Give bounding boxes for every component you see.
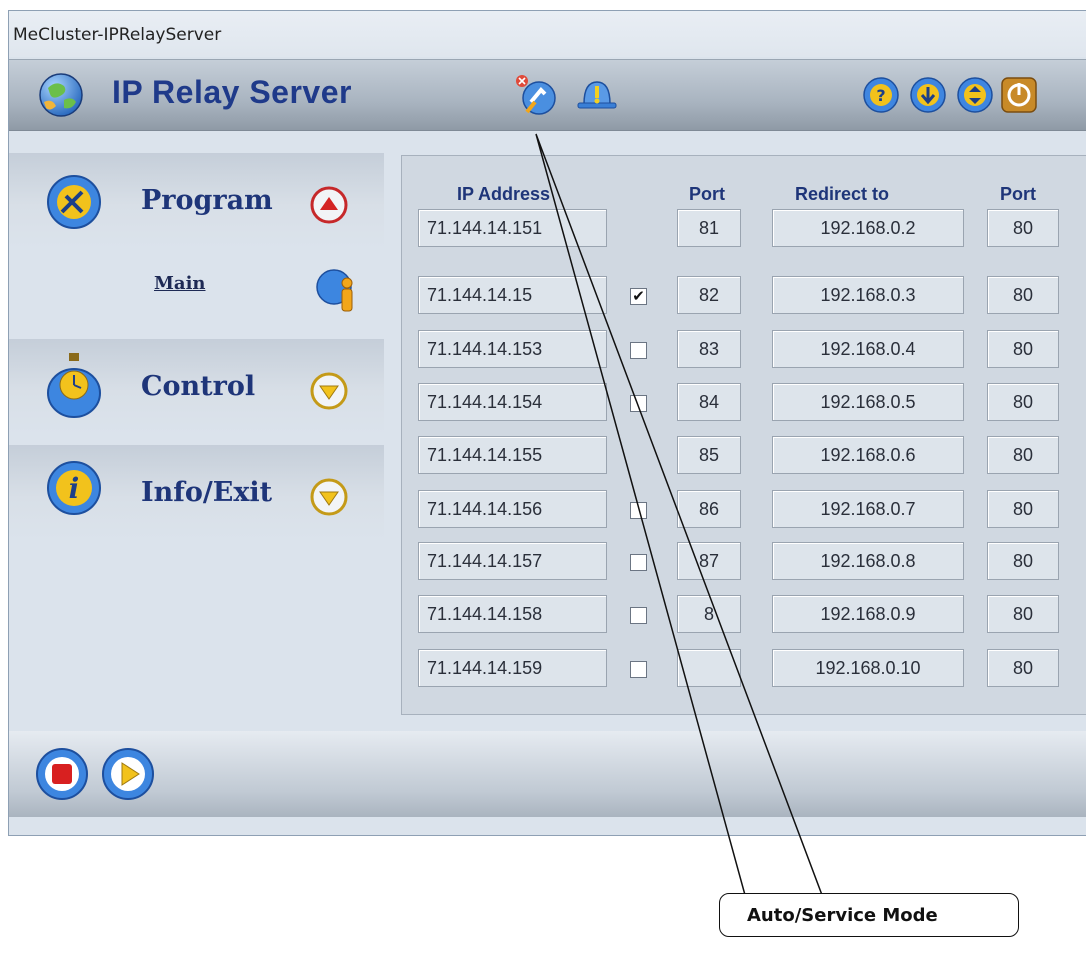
collapse-up-icon[interactable] — [309, 185, 349, 225]
ip-address-field[interactable]: 71.144.14.151 — [418, 209, 607, 247]
alert-bell-icon[interactable] — [574, 74, 620, 116]
play-icon[interactable] — [101, 747, 155, 801]
redirect-field[interactable]: 192.168.0.2 — [772, 209, 964, 247]
svg-text:?: ? — [876, 86, 885, 105]
row-checkbox[interactable] — [630, 395, 647, 412]
port-field[interactable] — [677, 649, 741, 687]
updown-icon[interactable] — [956, 76, 994, 114]
globe-icon — [39, 73, 83, 117]
stop-icon[interactable] — [35, 747, 89, 801]
header-ip-address: IP Address — [457, 184, 551, 204]
tools-icon — [47, 175, 101, 229]
expand-down-icon[interactable] — [309, 371, 349, 411]
ip-address-field[interactable]: 71.144.14.156 — [418, 490, 607, 528]
redirect-field[interactable]: 192.168.0.8 — [772, 542, 964, 580]
row-checkbox[interactable]: ✔ — [630, 288, 647, 305]
port-field[interactable]: 87 — [677, 542, 741, 580]
row-checkbox[interactable] — [630, 554, 647, 571]
port-field[interactable]: 83 — [677, 330, 741, 368]
redirect-port-field[interactable]: 80 — [987, 276, 1059, 314]
header-port: Port — [689, 184, 725, 204]
redirect-port-field[interactable]: 80 — [987, 490, 1059, 528]
bottom-bar — [9, 731, 1086, 817]
port-field[interactable]: 82 — [677, 276, 741, 314]
info-exit-label: Info/Exit — [141, 477, 273, 508]
redirect-port-field[interactable]: 80 — [987, 595, 1059, 633]
control-section[interactable]: Control — [9, 339, 384, 435]
download-icon[interactable] — [909, 76, 947, 114]
redirect-port-field[interactable]: 80 — [987, 649, 1059, 687]
callout-label: Auto/Service Mode — [747, 905, 938, 926]
row-checkbox[interactable] — [630, 502, 647, 519]
title-bar: MeCluster-IPRelayServer — [9, 11, 1086, 57]
port-field[interactable]: 81 — [677, 209, 741, 247]
redirect-field[interactable]: 192.168.0.10 — [772, 649, 964, 687]
ip-address-field[interactable]: 71.144.14.158 — [418, 595, 607, 633]
port-field[interactable]: 85 — [677, 436, 741, 474]
redirect-field[interactable]: 192.168.0.7 — [772, 490, 964, 528]
info-exit-section[interactable]: i Info/Exit — [9, 445, 384, 541]
ip-address-field[interactable]: 71.144.14.159 — [418, 649, 607, 687]
relay-table: IP Address Port Redirect to Port 71.144.… — [401, 155, 1086, 715]
window-title: MeCluster-IPRelayServer — [13, 25, 222, 45]
ip-address-field[interactable]: 71.144.14.15 — [418, 276, 607, 314]
ip-address-field[interactable]: 71.144.14.154 — [418, 383, 607, 421]
ip-address-field[interactable]: 71.144.14.155 — [418, 436, 607, 474]
stopwatch-icon — [47, 353, 101, 418]
redirect-port-field[interactable]: 80 — [987, 209, 1059, 247]
expand-down-icon[interactable] — [309, 477, 349, 517]
navigation-panel: Program Main Control i Info/Exit — [9, 153, 384, 733]
redirect-field[interactable]: 192.168.0.5 — [772, 383, 964, 421]
svg-text:i: i — [69, 472, 80, 505]
row-checkbox[interactable] — [630, 661, 647, 678]
ip-address-field[interactable]: 71.144.14.153 — [418, 330, 607, 368]
port-field[interactable]: 86 — [677, 490, 741, 528]
redirect-field[interactable]: 192.168.0.9 — [772, 595, 964, 633]
redirect-field[interactable]: 192.168.0.4 — [772, 330, 964, 368]
redirect-port-field[interactable]: 80 — [987, 436, 1059, 474]
control-label: Control — [141, 371, 256, 402]
power-icon[interactable] — [1001, 77, 1037, 113]
app-window: MeCluster-IPRelayServer IP Relay Server — [8, 10, 1086, 836]
help-icon[interactable]: ? — [862, 76, 900, 114]
main-link[interactable]: Main — [154, 273, 206, 294]
info-user-icon[interactable] — [314, 267, 362, 319]
info-icon: i — [47, 461, 101, 515]
auto-service-mode-icon[interactable] — [513, 72, 559, 118]
redirect-field[interactable]: 192.168.0.3 — [772, 276, 964, 314]
redirect-port-field[interactable]: 80 — [987, 383, 1059, 421]
redirect-port-field[interactable]: 80 — [987, 542, 1059, 580]
program-label: Program — [141, 185, 273, 216]
row-checkbox[interactable] — [630, 342, 647, 359]
app-title: IP Relay Server — [112, 74, 352, 110]
redirect-port-field[interactable]: 80 — [987, 330, 1059, 368]
callout-box: Auto/Service Mode — [719, 893, 1019, 937]
port-field[interactable]: 8 — [677, 595, 741, 633]
ip-address-field[interactable]: 71.144.14.157 — [418, 542, 607, 580]
program-section[interactable]: Program — [9, 153, 384, 249]
redirect-field[interactable]: 192.168.0.6 — [772, 436, 964, 474]
header-redirect-to: Redirect to — [795, 184, 890, 204]
header-bar: IP Relay Server ? — [9, 59, 1086, 131]
row-checkbox[interactable] — [630, 607, 647, 624]
header-port-2: Port — [1000, 184, 1036, 204]
port-field[interactable]: 84 — [677, 383, 741, 421]
